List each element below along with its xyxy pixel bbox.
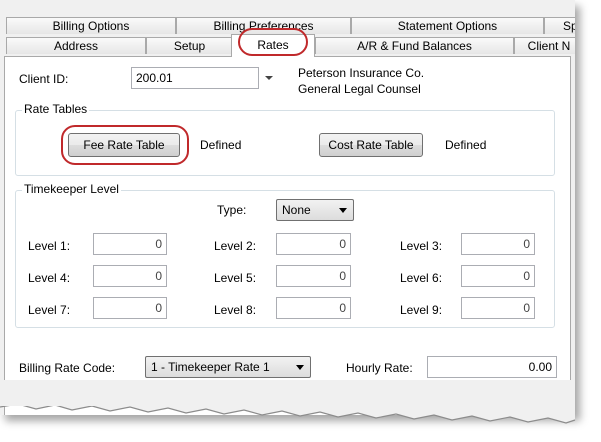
level-1-label: Level 1: [28,239,71,253]
client-name-line1: Peterson Insurance Co. [298,66,425,80]
level-6-field[interactable]: 0 [461,265,535,287]
level-8-field[interactable]: 0 [276,297,351,319]
type-select-value: None [282,203,311,217]
client-window: Billing Options Billing Preferences Stat… [0,0,575,415]
client-id-label: Client ID: [19,72,69,86]
tab-rates[interactable]: Rates [231,34,315,57]
hourly-rate-field[interactable]: 0.00 [427,356,557,378]
tab-label: Billing Options [52,19,130,33]
tab-label: Setup [173,39,206,53]
type-label: Type: [217,203,247,217]
client-id-dropdown-button[interactable] [261,67,277,89]
client-name-line2: General Legal Counsel [298,82,421,96]
tab-label: Billing Preferences [213,19,314,33]
level-8-label: Level 8: [214,303,257,317]
level-3-field[interactable]: 0 [461,233,535,255]
chevron-down-icon [339,208,347,213]
tab-label: A/R & Fund Balances [357,39,472,53]
chevron-down-icon [296,365,304,370]
level-5-label: Level 5: [214,271,257,285]
tab-address[interactable]: Address [6,37,146,54]
level-7-field[interactable]: 0 [93,297,167,319]
tab-label: Address [53,39,99,53]
cost-rate-status: Defined [445,138,487,152]
hourly-rate-label: Hourly Rate: [346,361,413,375]
tab-statement-options[interactable]: Statement Options [351,17,544,34]
tab-billing-options[interactable]: Billing Options [6,17,176,34]
level-9-label: Level 9: [400,303,443,317]
tab-label: Client N [527,39,571,53]
tab-more[interactable]: Spi [544,17,575,34]
client-id-field[interactable]: 200.01 [131,67,259,89]
tab-label: Spi [563,19,575,33]
level-5-field[interactable]: 0 [276,265,351,287]
rates-panel: Client ID: 200.01 Peterson Insurance Co.… [4,56,571,415]
tab-setup[interactable]: Setup [146,37,233,54]
torn-edge-decoration [0,380,576,424]
tab-label: Rates [257,38,289,52]
level-2-field[interactable]: 0 [276,233,351,255]
level-7-label: Level 7: [28,303,71,317]
level-4-label: Level 4: [28,271,71,285]
type-select[interactable]: None [276,199,354,221]
timekeeper-level-legend: Timekeeper Level [22,182,121,196]
fee-rate-status: Defined [200,138,242,152]
billing-rate-code-label: Billing Rate Code: [19,361,116,375]
tab-billing-preferences[interactable]: Billing Preferences [176,17,351,34]
level-6-label: Level 6: [400,271,443,285]
level-3-label: Level 3: [400,239,443,253]
chevron-down-icon [265,76,273,80]
tab-label: Statement Options [397,19,498,33]
billing-rate-code-value: 1 - Timekeeper Rate 1 [151,360,270,374]
level-2-label: Level 2: [214,239,257,253]
cost-rate-table-button[interactable]: Cost Rate Table [319,133,423,157]
level-9-field[interactable]: 0 [461,297,535,319]
level-1-field[interactable]: 0 [93,233,167,255]
rate-tables-legend: Rate Tables [22,102,90,116]
tab-ar-fund-balances[interactable]: A/R & Fund Balances [315,37,514,54]
fee-rate-table-button[interactable]: Fee Rate Table [68,133,180,157]
billing-rate-code-select[interactable]: 1 - Timekeeper Rate 1 [145,356,311,378]
tab-client-notes[interactable]: Client N [514,37,575,54]
level-4-field[interactable]: 0 [93,265,167,287]
